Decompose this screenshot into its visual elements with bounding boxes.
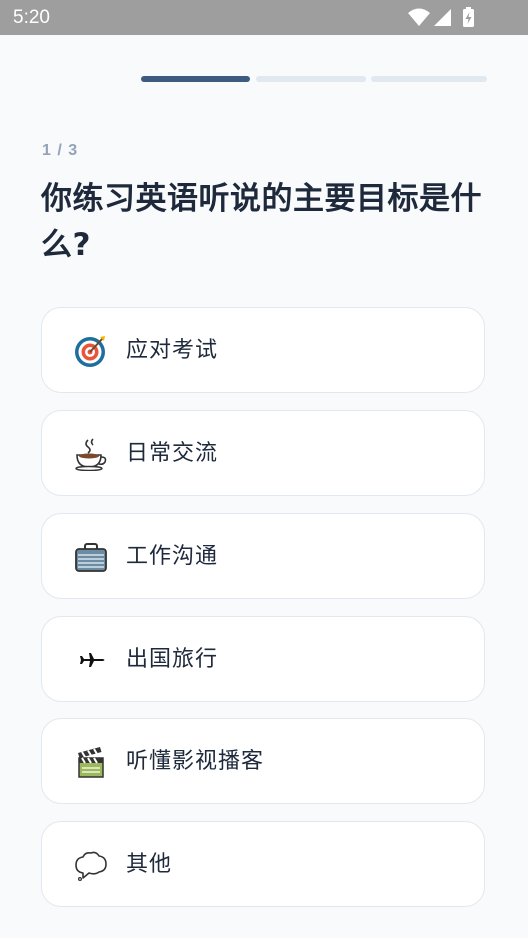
progress-bar: [141, 76, 487, 82]
option-travel-abroad[interactable]: 出国旅行: [41, 616, 485, 702]
airplane-icon: [74, 643, 108, 677]
option-daily-conversation[interactable]: 日常交流: [41, 410, 485, 496]
status-time: 5:20: [13, 7, 50, 28]
option-other[interactable]: 其他: [41, 821, 485, 907]
briefcase-icon: [74, 540, 108, 574]
progress-segment-2: [256, 76, 366, 82]
option-label: 工作沟通: [126, 544, 219, 569]
onboarding-screen: 1 / 3 你练习英语听说的主要目标是什么? 应对考试 日常交流 工作沟通 出国…: [0, 35, 528, 938]
target-icon: [74, 334, 108, 368]
progress-segment-3: [371, 76, 487, 82]
option-label: 日常交流: [126, 441, 219, 466]
option-movies-podcasts[interactable]: 听懂影视播客: [41, 718, 485, 804]
option-exam[interactable]: 应对考试: [41, 307, 485, 393]
clapperboard-icon: [74, 745, 108, 779]
progress-segment-1: [141, 76, 250, 82]
coffee-cup-icon: [74, 437, 108, 471]
status-bar: 5:20: [0, 0, 528, 35]
speech-bubble-icon: [74, 848, 108, 882]
option-label: 应对考试: [126, 338, 219, 363]
question-title: 你练习英语听说的主要目标是什么?: [41, 181, 482, 263]
option-label: 其他: [126, 852, 173, 877]
option-label: 出国旅行: [126, 647, 219, 672]
option-work-communication[interactable]: 工作沟通: [41, 513, 485, 599]
step-counter: 1 / 3: [42, 142, 79, 159]
option-label: 听懂影视播客: [126, 749, 265, 774]
